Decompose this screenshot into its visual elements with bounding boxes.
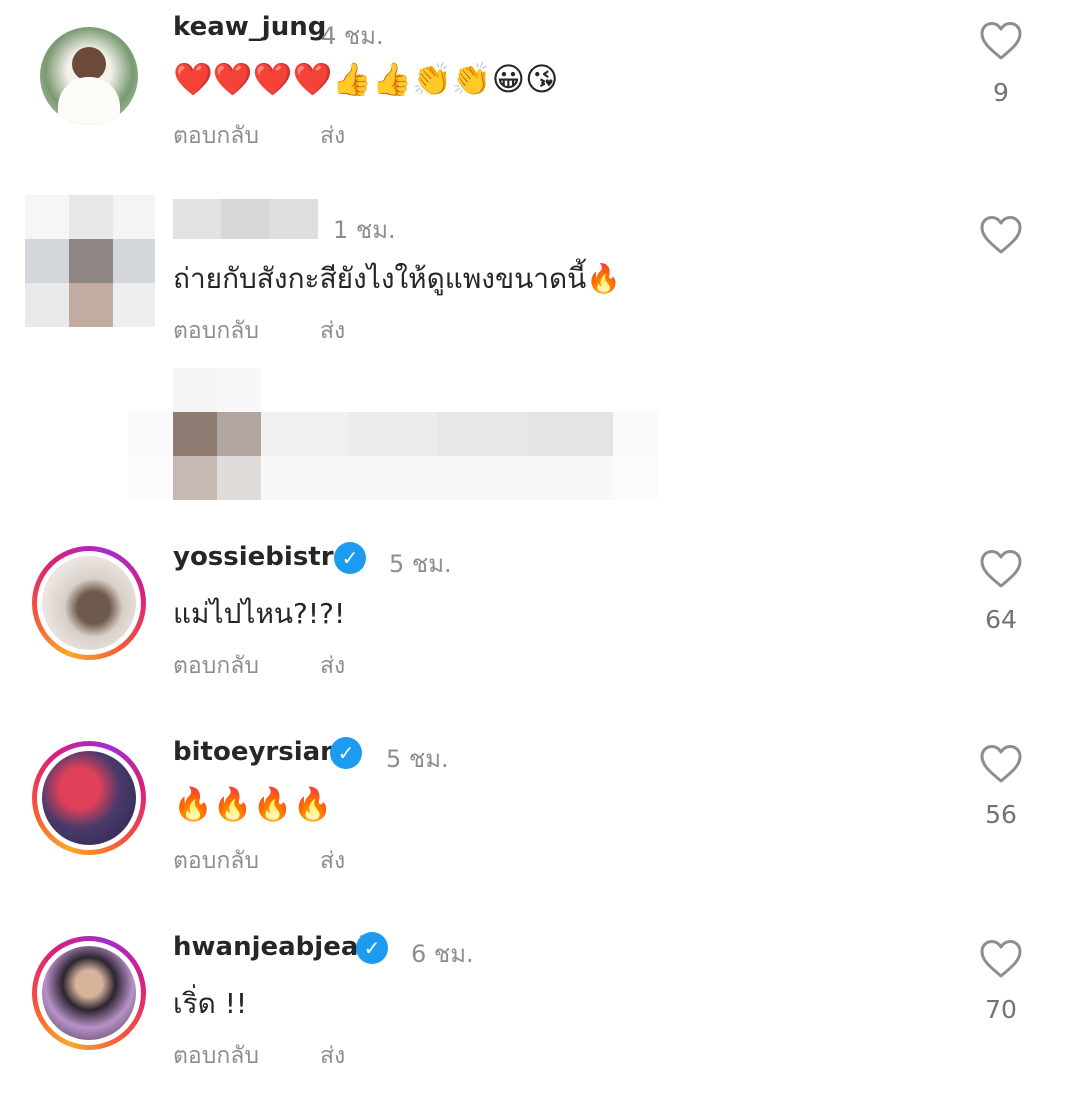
heart-outline-icon[interactable]: [979, 549, 1023, 589]
comment-item: keaw_jung 4 ชม. ❤️❤️❤️❤️👍👍👏👏😀😘 ตอบกลับ ส…: [0, 0, 1080, 190]
comment-text: แม่ไปไหน?!?!: [173, 597, 346, 630]
avatar[interactable]: [40, 27, 138, 125]
like-count: 64: [985, 605, 1017, 634]
comment-text: 🔥🔥🔥🔥: [173, 785, 333, 823]
like-count: 9: [993, 78, 1009, 107]
comment-text: ถ่ายกับสังกะสียังไงให้ดูแพงขนาดนี้🔥: [173, 262, 622, 295]
avatar: [42, 556, 136, 650]
verified-badge-icon: ✓: [334, 542, 366, 574]
comment-username[interactable]: [173, 199, 318, 239]
comment-time: 6 ชม.: [411, 940, 474, 968]
reply-button[interactable]: ตอบกลับ: [173, 648, 259, 684]
send-button[interactable]: ส่ง: [320, 843, 345, 879]
comment-time: 5 ชม.: [389, 550, 452, 578]
reply-button[interactable]: ตอบกลับ: [173, 118, 259, 154]
comment-item: bitoeyrsiam ✓ 5 ชม. 🔥🔥🔥🔥 ตอบกลับ ส่ง 56: [0, 725, 1080, 915]
verified-badge-icon: ✓: [356, 932, 388, 964]
like-count: 56: [985, 800, 1017, 829]
comment-username[interactable]: keaw_jung: [173, 12, 326, 42]
comment-text: เริ่ด !!: [173, 987, 248, 1020]
send-button[interactable]: ส่ง: [320, 1038, 345, 1074]
reply-button[interactable]: ตอบกลับ: [173, 1038, 259, 1074]
comment-text: ❤️❤️❤️❤️👍👍👏👏😀😘: [173, 60, 559, 98]
reply-button[interactable]: ตอบกลับ: [173, 313, 259, 349]
like-count: 70: [985, 995, 1017, 1024]
comment-username[interactable]: hwanjeabjeab: [173, 932, 377, 962]
comment-item: yossiebistro ✓ 5 ชม. แม่ไปไหน?!?! ตอบกลั…: [0, 530, 1080, 720]
comment-username[interactable]: bitoeyrsiam: [173, 737, 347, 767]
comment-username[interactable]: yossiebistro: [173, 542, 351, 572]
reply-button[interactable]: ตอบกลับ: [173, 843, 259, 879]
avatar-story-ring[interactable]: [32, 741, 146, 855]
hidden-replies-blurred[interactable]: [128, 368, 658, 500]
avatar: [42, 751, 136, 845]
send-button[interactable]: ส่ง: [320, 313, 345, 349]
send-button[interactable]: ส่ง: [320, 648, 345, 684]
comment-item: 1 ชม. ถ่ายกับสังกะสียังไงให้ดูแพงขนาดนี้…: [0, 195, 1080, 385]
comment-time: 4 ชม.: [321, 22, 384, 50]
heart-outline-icon[interactable]: [979, 939, 1023, 979]
avatar-story-ring[interactable]: [32, 546, 146, 660]
comment-time: 5 ชม.: [386, 745, 449, 773]
heart-outline-icon[interactable]: [979, 21, 1023, 61]
avatar-story-ring[interactable]: [32, 936, 146, 1050]
send-button[interactable]: ส่ง: [320, 118, 345, 154]
avatar: [42, 946, 136, 1040]
verified-badge-icon: ✓: [330, 737, 362, 769]
comment-time: 1 ชม.: [333, 216, 396, 244]
heart-outline-icon[interactable]: [979, 744, 1023, 784]
heart-outline-icon[interactable]: [979, 215, 1023, 255]
comment-item: hwanjeabjeab ✓ 6 ชม. เริ่ด !! ตอบกลับ ส่…: [0, 920, 1080, 1110]
avatar[interactable]: [25, 195, 155, 327]
